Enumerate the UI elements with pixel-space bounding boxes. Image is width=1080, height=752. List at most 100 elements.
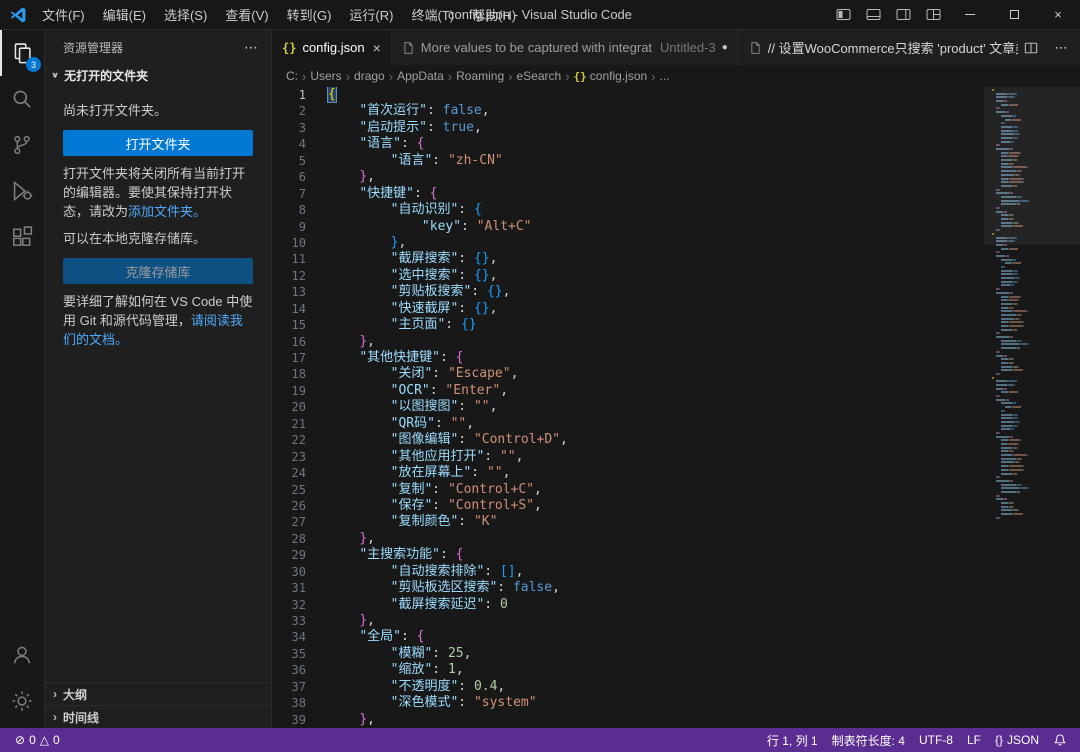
menu-item[interactable]: 帮助(H) <box>463 0 525 29</box>
activitybar-source-control[interactable] <box>0 122 44 168</box>
menu-item[interactable]: 文件(F) <box>33 0 94 29</box>
menu-item[interactable]: 编辑(E) <box>94 0 155 29</box>
code-line[interactable]: 26 "保存": "Control+S", <box>272 498 984 514</box>
minimize-button[interactable] <box>948 0 992 29</box>
minimap-line <box>992 292 1076 294</box>
more-actions-icon[interactable]: ⋯ <box>1048 35 1074 61</box>
code-line[interactable]: 12 "选中搜索": {}, <box>272 268 984 284</box>
activitybar-run-debug[interactable] <box>0 168 44 214</box>
activitybar-explorer[interactable]: 3 <box>0 30 44 76</box>
section-outline[interactable]: › 大纲 <box>45 682 271 705</box>
breadcrumb-item[interactable]: drago <box>354 69 385 83</box>
split-editor-icon[interactable] <box>1018 35 1044 61</box>
code-line[interactable]: 24 "放在屏幕上": "", <box>272 465 984 481</box>
minimap-line <box>992 366 1076 368</box>
breadcrumb-item[interactable]: C: <box>286 69 298 83</box>
editor-tab[interactable]: {}config.json× <box>272 30 392 65</box>
code-line[interactable]: 25 "复制": "Control+C", <box>272 482 984 498</box>
section-timeline[interactable]: › 时间线 <box>45 705 271 728</box>
code-line[interactable]: 23 "其他应用打开": "", <box>272 449 984 465</box>
code-line[interactable]: 32 "截屏搜索延迟": 0 <box>272 597 984 613</box>
open-folder-button[interactable]: 打开文件夹 <box>63 130 253 156</box>
code-line[interactable]: 38 "深色模式": "system" <box>272 695 984 711</box>
code-line[interactable]: 10 }, <box>272 235 984 251</box>
code-line[interactable]: 30 "自动搜索排除": [], <box>272 564 984 580</box>
code-line[interactable]: 22 "图像编辑": "Control+D", <box>272 432 984 448</box>
settings-gear-icon[interactable] <box>0 678 44 724</box>
menu-item[interactable]: 运行(R) <box>340 0 402 29</box>
code-line[interactable]: 11 "截屏搜索": {}, <box>272 251 984 267</box>
close-icon[interactable]: × <box>373 40 381 56</box>
more-actions-icon[interactable]: ⋯ <box>244 39 259 56</box>
code-line[interactable]: 39 }, <box>272 712 984 728</box>
encoding-status[interactable]: UTF-8 <box>912 728 960 752</box>
code-line[interactable]: 33 }, <box>272 613 984 629</box>
breadcrumb-item[interactable]: ... <box>660 69 670 83</box>
breadcrumb-item[interactable]: Roaming <box>456 69 504 83</box>
minimap-slider[interactable] <box>984 87 1080 245</box>
code-line[interactable]: 6 }, <box>272 169 984 185</box>
problems-status[interactable]: ⊘ 0 △ 0 <box>8 728 67 752</box>
breadcrumb-item[interactable]: {}config.json <box>574 69 648 83</box>
code-line[interactable]: 9 "key": "Alt+C" <box>272 219 984 235</box>
code-line[interactable]: 7 "快捷键": { <box>272 186 984 202</box>
code-line[interactable]: 16 }, <box>272 334 984 350</box>
section-no-folder[interactable]: ∨ 无打开的文件夹 <box>45 64 271 87</box>
code-line[interactable]: 31 "剪贴板选区搜索": false, <box>272 580 984 596</box>
code-line[interactable]: 28 }, <box>272 531 984 547</box>
account-icon[interactable] <box>0 632 44 678</box>
line-content: }, <box>328 531 375 547</box>
code-line[interactable]: 34 "全局": { <box>272 629 984 645</box>
toggle-sidebar-icon[interactable] <box>828 0 858 29</box>
chevron-right-icon: › <box>389 69 393 84</box>
code-line[interactable]: 15 "主页面": {} <box>272 317 984 333</box>
activity-bar: 3 <box>0 30 45 728</box>
activitybar-search[interactable] <box>0 76 44 122</box>
breadcrumb-item[interactable]: Users <box>310 69 341 83</box>
notifications-bell-icon[interactable] <box>1046 728 1074 752</box>
activitybar-extensions[interactable] <box>0 214 44 260</box>
code-line[interactable]: 2 "首次运行": false, <box>272 103 984 119</box>
maximize-button[interactable] <box>992 0 1036 29</box>
code-line[interactable]: 13 "剪贴板搜索": {}, <box>272 284 984 300</box>
clone-repository-button[interactable]: 克隆存储库 <box>63 258 253 284</box>
code-line[interactable]: 37 "不透明度": 0.4, <box>272 679 984 695</box>
toggle-panel-icon[interactable] <box>858 0 888 29</box>
minimap-line <box>992 377 1076 379</box>
code-line[interactable]: 35 "模糊": 25, <box>272 646 984 662</box>
code-line[interactable]: 20 "以图搜图": "", <box>272 399 984 415</box>
code-line[interactable]: 1{ <box>272 87 984 103</box>
indentation-status[interactable]: 制表符长度: 4 <box>825 728 912 752</box>
code-line[interactable]: 5 "语言": "zh-CN" <box>272 153 984 169</box>
code-line[interactable]: 36 "缩放": 1, <box>272 662 984 678</box>
code-line[interactable]: 21 "QR码": "", <box>272 416 984 432</box>
menu-item[interactable]: 查看(V) <box>216 0 277 29</box>
language-mode[interactable]: {} JSON <box>988 728 1046 752</box>
menu-item[interactable]: 转到(G) <box>278 0 341 29</box>
code-line[interactable]: 27 "复制颜色": "K" <box>272 514 984 530</box>
menu-item[interactable]: 终端(T) <box>402 0 463 29</box>
code-area[interactable]: 1{2 "首次运行": false,3 "启动提示": true,4 "语言":… <box>272 87 984 728</box>
code-line[interactable]: 14 "快速截屏": {}, <box>272 301 984 317</box>
customize-layout-icon[interactable] <box>918 0 948 29</box>
code-line[interactable]: 4 "语言": { <box>272 136 984 152</box>
toggle-secondary-sidebar-icon[interactable] <box>888 0 918 29</box>
eol-status[interactable]: LF <box>960 728 988 752</box>
breadcrumb-item[interactable]: eSearch <box>517 69 562 83</box>
cursor-position[interactable]: 行 1, 列 1 <box>760 728 825 752</box>
code-line[interactable]: 29 "主搜索功能": { <box>272 547 984 563</box>
breadcrumb-item[interactable]: AppData <box>397 69 444 83</box>
code-line[interactable]: 3 "启动提示": true, <box>272 120 984 136</box>
code-line[interactable]: 8 "自动识别": { <box>272 202 984 218</box>
code-line[interactable]: 18 "关闭": "Escape", <box>272 366 984 382</box>
close-button[interactable]: × <box>1036 0 1080 29</box>
minimap-line <box>992 417 1076 419</box>
code-line[interactable]: 17 "其他快捷键": { <box>272 350 984 366</box>
vscode-window: 文件(F)编辑(E)选择(S)查看(V)转到(G)运行(R)终端(T)帮助(H)… <box>0 0 1080 752</box>
minimap[interactable] <box>984 87 1080 728</box>
editor-tab[interactable]: More values to be captured with integrat… <box>392 30 739 65</box>
editor-tab[interactable]: // 设置WooCommerce只搜索 'product' 文章类型下面的文章 <box>739 30 1018 65</box>
code-line[interactable]: 19 "OCR": "Enter", <box>272 383 984 399</box>
add-folder-link[interactable]: 添加文件夹。 <box>128 204 206 219</box>
menu-item[interactable]: 选择(S) <box>155 0 216 29</box>
